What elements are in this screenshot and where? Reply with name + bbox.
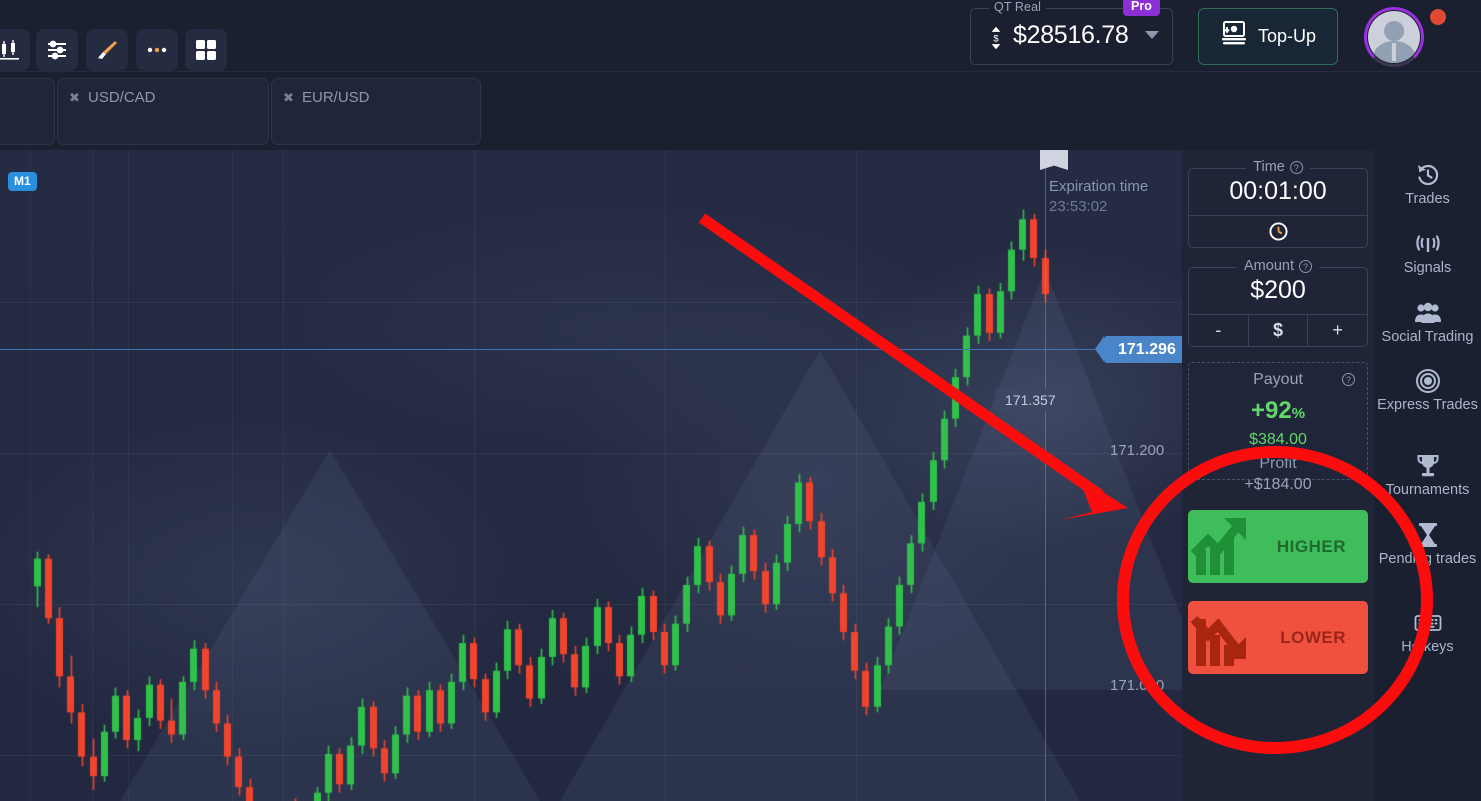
- help-circle-icon[interactable]: ?: [1289, 160, 1303, 174]
- sidebar-item-label: Trades: [1405, 191, 1450, 207]
- target-rings-icon: [1415, 368, 1441, 394]
- candlestick-series: [0, 150, 1182, 801]
- sidebar-item-label: Pending trades: [1378, 551, 1477, 567]
- lower-button[interactable]: LOWER: [1188, 601, 1368, 674]
- payout-title: Payout: [1253, 371, 1303, 388]
- higher-button[interactable]: HIGHER: [1188, 510, 1368, 583]
- pro-badge: Pro: [1123, 0, 1160, 16]
- price-chart[interactable]: Expiration time 23:53:02 171.200 171.000…: [0, 150, 1182, 801]
- close-icon[interactable]: ✖: [69, 90, 80, 106]
- trophy-icon: [1416, 453, 1440, 479]
- expiration-time-field[interactable]: Time ? 00:01:00: [1188, 159, 1368, 248]
- sidebar-item-pending-trades[interactable]: Pending trades: [1374, 522, 1481, 568]
- sidebar-item-label: Hotkeys: [1401, 639, 1454, 655]
- sidebar-item-label: Tournaments: [1385, 482, 1470, 498]
- sidebar-item-label: Signals: [1403, 260, 1452, 276]
- sidebar-item-signals[interactable]: Signals: [1374, 231, 1481, 277]
- high-price-marker: 171.357: [995, 388, 1066, 412]
- brush-drawing-icon[interactable]: [86, 29, 128, 71]
- lower-label: LOWER: [1280, 627, 1346, 647]
- amount-value[interactable]: $200: [1189, 268, 1367, 314]
- payout-amount: $384.00: [1249, 431, 1307, 448]
- trade-panel: Time ? 00:01:00 Amount ? $200 - $ + Payo…: [1182, 150, 1374, 801]
- asset-tab-label: USD/CAD: [88, 89, 156, 106]
- payout-percent: +92%: [1250, 397, 1306, 424]
- trade-amount-field[interactable]: Amount ? $200 - $ +: [1188, 258, 1368, 347]
- price-tick-171200: 171.200: [1110, 442, 1165, 459]
- payout-summary: Payout ? +92% $384.00 Profit +$184.00: [1188, 362, 1368, 493]
- account-balance-selector[interactable]: QT Real Pro $ $28516.78: [970, 0, 1173, 65]
- signal-antenna-icon: [1415, 231, 1441, 257]
- sidebar-item-social-trading[interactable]: Social Trading: [1374, 300, 1481, 346]
- asset-tab-partial[interactable]: [0, 78, 55, 145]
- candlestick-chart-type-icon[interactable]: [0, 29, 30, 71]
- top-up-label: Top-Up: [1257, 26, 1317, 46]
- sidebar-item-label: Express Trades: [1377, 397, 1478, 413]
- keyboard-icon: [1414, 610, 1442, 636]
- expiration-time-value: 23:53:02: [1049, 198, 1108, 215]
- right-sidebar-nav: Trades Signals Social Trading Express Tr…: [1374, 150, 1481, 801]
- timeframe-badge[interactable]: M1: [8, 172, 37, 191]
- close-icon[interactable]: ✖: [283, 90, 294, 106]
- profit-amount: +$184.00: [1244, 476, 1312, 493]
- updown-dollar-icon: $: [985, 25, 1007, 51]
- history-clock-icon: [1415, 162, 1441, 188]
- caret-down-icon[interactable]: [1145, 31, 1159, 39]
- avatar[interactable]: [1364, 7, 1424, 67]
- account-label: QT Real: [989, 0, 1047, 14]
- current-price-tag: 171.296: [1095, 336, 1182, 363]
- notification-dot-icon[interactable]: [1430, 9, 1446, 25]
- sidebar-item-hotkeys[interactable]: Hotkeys: [1374, 610, 1481, 656]
- trading-platform-app: QT Real Pro $ $28516.78 Top-Up ✖ USD/CAD…: [0, 0, 1481, 801]
- sidebar-item-tournaments[interactable]: Tournaments: [1374, 453, 1481, 499]
- time-value[interactable]: 00:01:00: [1189, 169, 1367, 215]
- price-tick-171000: 171.000: [1110, 677, 1165, 694]
- top-up-button[interactable]: Top-Up: [1198, 8, 1338, 65]
- amount-currency-button[interactable]: $: [1247, 314, 1308, 347]
- balance-amount: $28516.78: [1013, 21, 1129, 49]
- current-price-line: [0, 349, 1104, 350]
- asset-tabs-bar: ✖ USD/CAD ✖ EUR/USD ›: [0, 72, 1481, 198]
- layout-grid-icon[interactable]: [185, 29, 227, 71]
- more-options-icon[interactable]: [136, 29, 178, 71]
- sidebar-item-express-trades[interactable]: Express Trades: [1374, 368, 1481, 414]
- sidebar-item-trades[interactable]: Trades: [1374, 162, 1481, 208]
- help-circle-icon[interactable]: ?: [1342, 373, 1355, 386]
- cash-withdraw-icon: [1220, 21, 1248, 52]
- indicators-sliders-icon[interactable]: [36, 29, 78, 71]
- svg-text:$: $: [993, 33, 999, 44]
- help-circle-icon[interactable]: ?: [1298, 259, 1312, 273]
- higher-label: HIGHER: [1276, 536, 1346, 556]
- sidebar-item-label: Social Trading: [1381, 329, 1474, 345]
- trend-down-arrow-icon: [1188, 601, 1260, 674]
- profit-label: Profit: [1259, 455, 1297, 472]
- amount-legend: Amount ?: [1237, 258, 1319, 274]
- trend-up-arrow-icon: [1188, 510, 1260, 583]
- amount-increase-button[interactable]: +: [1307, 314, 1367, 347]
- expiration-line: [1045, 150, 1046, 801]
- hourglass-icon: [1417, 522, 1439, 548]
- clock-icon[interactable]: [1189, 215, 1367, 247]
- people-group-icon: [1414, 300, 1442, 326]
- asset-tab-label: EUR/USD: [302, 89, 370, 106]
- asset-tab-eur-usd[interactable]: ✖ EUR/USD: [271, 78, 481, 145]
- asset-tab-usd-cad[interactable]: ✖ USD/CAD: [57, 78, 269, 145]
- amount-decrease-button[interactable]: -: [1189, 315, 1248, 347]
- time-legend: Time ?: [1246, 159, 1310, 175]
- expiration-time-title: Expiration time: [1049, 178, 1149, 195]
- user-avatar-icon: [1368, 11, 1420, 63]
